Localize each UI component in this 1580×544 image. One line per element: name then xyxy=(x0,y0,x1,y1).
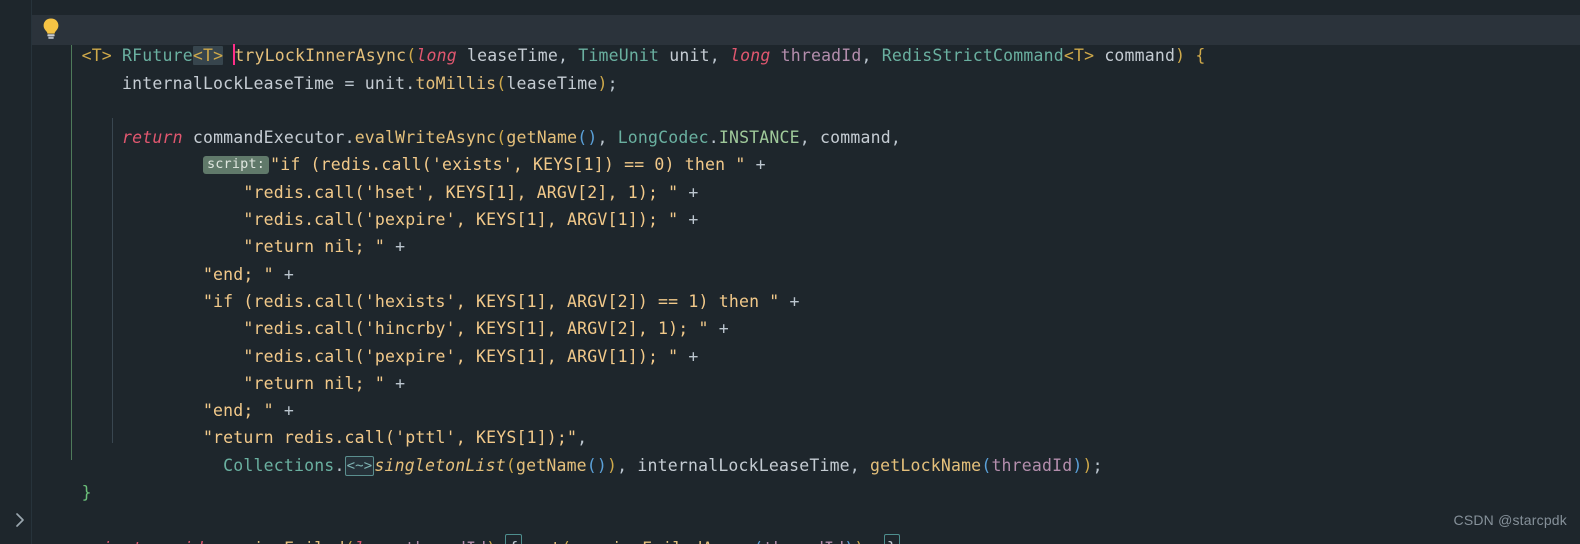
inlay-type-hint-marker[interactable]: <~> xyxy=(344,455,375,476)
code-line-7[interactable]: "redis.call('pexpire', KEYS[1], ARGV[1])… xyxy=(31,179,699,229)
expand-chevron-icon[interactable] xyxy=(12,511,28,529)
code-line-19[interactable]: private void acquireFailed(long threadId… xyxy=(31,506,900,544)
code-line-17[interactable]: } xyxy=(31,452,92,502)
lightbulb-icon[interactable] xyxy=(40,17,62,41)
code-line-16[interactable]: Collections. <~> singletonList(getName()),… xyxy=(31,425,1103,476)
code-line-12[interactable]: "redis.call('pexpire', KEYS[1], ARGV[1])… xyxy=(31,315,699,366)
code-line-9[interactable]: "end; " + xyxy=(31,233,294,284)
code-editor[interactable]: <T> RFuture<T> tryLockInnerAsync(long le… xyxy=(0,0,1580,544)
code-line-8[interactable]: "return nil; " + xyxy=(31,206,405,256)
code-line-10[interactable]: "if (redis.call('hexists', KEYS[1], ARGV… xyxy=(31,261,800,311)
code-line-5[interactable]: script: "if (redis.call('exists', KEYS[1]… xyxy=(31,124,766,175)
matched-brace-close: } xyxy=(883,533,900,544)
code-line-14[interactable]: "end; " + xyxy=(31,370,294,420)
code-line-2[interactable]: internalLockLeaseTime = unit.toMillis(le… xyxy=(31,42,618,93)
code-content[interactable]: <T> RFuture<T> tryLockInnerAsync(long le… xyxy=(0,0,1580,544)
code-line-11[interactable]: "redis.call('hincrby', KEYS[1], ARGV[2],… xyxy=(31,288,729,338)
watermark-text: CSDN @starcpdk xyxy=(1453,512,1567,528)
matched-brace-open: { xyxy=(505,533,522,544)
code-line-6[interactable]: "redis.call('hset', KEYS[1], ARGV[2], 1)… xyxy=(31,152,699,202)
code-line-13[interactable]: "return nil; " + xyxy=(31,343,405,393)
code-line-15[interactable]: "return redis.call('pttl', KEYS[1]);", xyxy=(31,397,587,447)
code-line-4[interactable]: return commandExecutor.evalWriteAsync(ge… xyxy=(31,97,901,147)
code-line-1[interactable]: <T> RFuture<T> tryLockInnerAsync(long le… xyxy=(31,15,1205,66)
